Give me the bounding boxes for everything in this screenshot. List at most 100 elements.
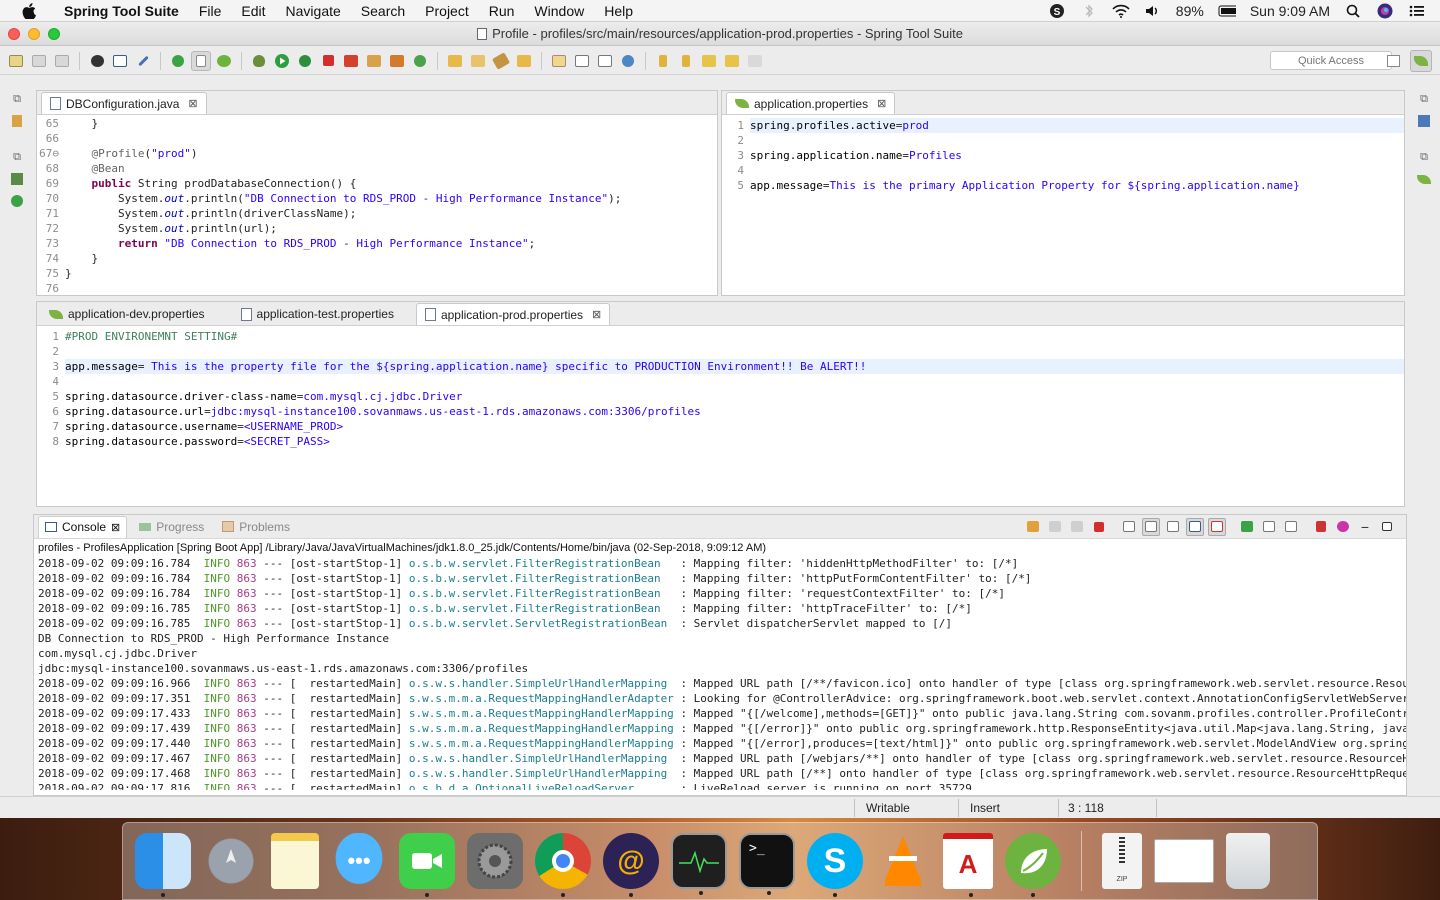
restore-icon[interactable]: ⧉	[1416, 150, 1432, 164]
apple-menu-icon[interactable]	[18, 0, 40, 22]
chrome-icon[interactable]	[535, 833, 591, 897]
outline-icon[interactable]	[9, 172, 25, 186]
spring-perspective-icon[interactable]	[1410, 50, 1432, 72]
previous-annotation-icon[interactable]	[676, 51, 696, 71]
restore-icon[interactable]: ⧉	[1416, 92, 1432, 106]
tab-progress[interactable]: Progress	[133, 516, 210, 538]
facetime-icon[interactable]	[399, 833, 455, 897]
activity-monitor-icon[interactable]	[671, 833, 727, 895]
close-tab-icon[interactable]: ⊠	[877, 97, 886, 110]
color-console-icon[interactable]	[1334, 518, 1352, 536]
trash-icon[interactable]	[1226, 833, 1270, 889]
back-icon[interactable]	[722, 51, 742, 71]
new-java-class-icon[interactable]	[387, 51, 407, 71]
screenshot-icon[interactable]	[1154, 839, 1214, 883]
prod-properties-code-area[interactable]: 1 #PROD ENVIRONEMNT SETTING# 2 3 app.message…	[37, 326, 1404, 449]
notification-center-icon[interactable]	[1408, 3, 1426, 19]
skype-tray-icon[interactable]: S	[1048, 3, 1066, 19]
console-output[interactable]: 2018-09-02 09:09:16.784 INFO 863 --- [os…	[34, 556, 1406, 790]
remove-launch-icon[interactable]	[1046, 518, 1064, 536]
menu-edit[interactable]: Edit	[231, 0, 275, 22]
eclipse-icon[interactable]: @	[603, 833, 659, 897]
annotate-icon[interactable]	[549, 51, 569, 71]
new-spring-starter-icon[interactable]	[410, 51, 430, 71]
menu-help[interactable]: Help	[594, 0, 643, 22]
minimize-window-button[interactable]	[28, 28, 40, 40]
menubar-clock[interactable]: Sun 9:09 AM	[1250, 3, 1330, 19]
siri-icon[interactable]	[1376, 3, 1394, 19]
tab-application-dev-properties[interactable]: application-dev.properties	[41, 303, 213, 325]
show-on-stdout-icon[interactable]	[1186, 517, 1204, 536]
run-icon[interactable]	[272, 51, 292, 71]
tab-application-properties[interactable]: application.properties ⊠	[726, 92, 896, 114]
skype-icon[interactable]: S	[807, 833, 863, 897]
finder-icon[interactable]	[135, 833, 191, 897]
app-menu[interactable]: Spring Tool Suite	[54, 0, 189, 22]
scroll-lock-icon[interactable]	[1142, 517, 1160, 536]
new-java-package-icon[interactable]	[364, 51, 384, 71]
tab-application-prod-properties[interactable]: application-prod.properties ⊠	[415, 303, 611, 325]
maximize-view-icon[interactable]	[1378, 518, 1396, 536]
spring-explorer-icon[interactable]	[1416, 172, 1432, 186]
terminate-icon[interactable]	[1090, 518, 1108, 536]
zip-archive-icon[interactable]: ZIP	[1102, 833, 1142, 889]
menu-run[interactable]: Run	[479, 0, 525, 22]
open-task-icon[interactable]	[514, 51, 534, 71]
quick-access-input[interactable]	[1270, 51, 1392, 70]
word-wrap-icon[interactable]	[1164, 518, 1182, 536]
close-tab-icon[interactable]: ⊠	[111, 521, 120, 534]
vlc-icon[interactable]	[875, 833, 931, 889]
menu-navigate[interactable]: Navigate	[276, 0, 351, 22]
save-all-icon[interactable]	[52, 51, 72, 71]
last-edit-location-icon[interactable]	[699, 51, 719, 71]
messages-icon[interactable]: •••	[331, 833, 387, 889]
minimize-view-icon[interactable]: −	[1356, 518, 1374, 536]
package-explorer-icon[interactable]	[9, 114, 25, 128]
open-folder-icon[interactable]	[468, 51, 488, 71]
menu-project[interactable]: Project	[415, 0, 479, 22]
bluetooth-icon[interactable]	[1080, 3, 1098, 19]
spring-tool-suite-icon[interactable]	[1005, 833, 1061, 897]
boot-dashboard-icon[interactable]	[9, 194, 25, 208]
forward-icon[interactable]	[745, 51, 765, 71]
save-icon[interactable]	[29, 51, 49, 71]
show-whitespace-icon[interactable]	[572, 51, 592, 71]
clear-console-icon[interactable]	[1120, 518, 1138, 536]
next-annotation-icon[interactable]	[653, 51, 673, 71]
stop-icon[interactable]	[318, 51, 338, 71]
menu-search[interactable]: Search	[351, 0, 415, 22]
outline-view-icon[interactable]	[1416, 114, 1432, 128]
tab-application-test-properties[interactable]: application-test.properties	[233, 303, 402, 325]
new-icon[interactable]	[6, 51, 26, 71]
annotation-icon[interactable]	[1312, 518, 1330, 536]
tab-console[interactable]: Console ⊠	[38, 515, 128, 538]
java-code-area[interactable]: 65 } 66 67⊖ @Profile("prod") 68 @Bean 69 pub…	[37, 115, 717, 296]
paragraph-icon[interactable]	[595, 51, 615, 71]
pin-console-icon[interactable]	[1024, 518, 1042, 536]
close-window-button[interactable]	[8, 28, 20, 40]
display-selected-console-icon[interactable]	[1260, 518, 1278, 536]
restore-icon[interactable]: ⧉	[9, 150, 25, 164]
menu-window[interactable]: Window	[524, 0, 594, 22]
console-view-icon[interactable]	[110, 51, 130, 71]
system-preferences-icon[interactable]	[467, 833, 523, 889]
open-type-icon[interactable]	[445, 51, 465, 71]
relaunch-icon[interactable]	[168, 51, 188, 71]
web-browser-icon[interactable]	[618, 51, 638, 71]
tab-dbconfiguration-java[interactable]: DBConfiguration.java ⊠	[41, 92, 207, 114]
restore-icon[interactable]: ⧉	[9, 92, 25, 106]
run-external-tool-icon[interactable]	[295, 51, 315, 71]
volume-icon[interactable]	[1144, 3, 1162, 19]
tab-problems[interactable]: Problems	[216, 516, 296, 538]
spotlight-search-icon[interactable]	[1344, 3, 1362, 19]
show-on-stderr-icon[interactable]	[1208, 517, 1226, 536]
launchpad-icon[interactable]	[203, 833, 259, 889]
boot-dashboard-icon[interactable]	[87, 51, 107, 71]
close-tab-icon[interactable]: ⊠	[592, 308, 601, 321]
acrobat-icon[interactable]: A	[943, 833, 993, 897]
search-tool-icon[interactable]	[491, 51, 511, 71]
app-properties-code-area[interactable]: 1 spring.profiles.active=prod 2 3 spring.app…	[722, 115, 1404, 193]
notes-icon[interactable]	[271, 833, 319, 889]
terminate-relaunch-icon[interactable]	[341, 51, 361, 71]
toggle-mark-occurrences-icon[interactable]	[191, 50, 211, 71]
